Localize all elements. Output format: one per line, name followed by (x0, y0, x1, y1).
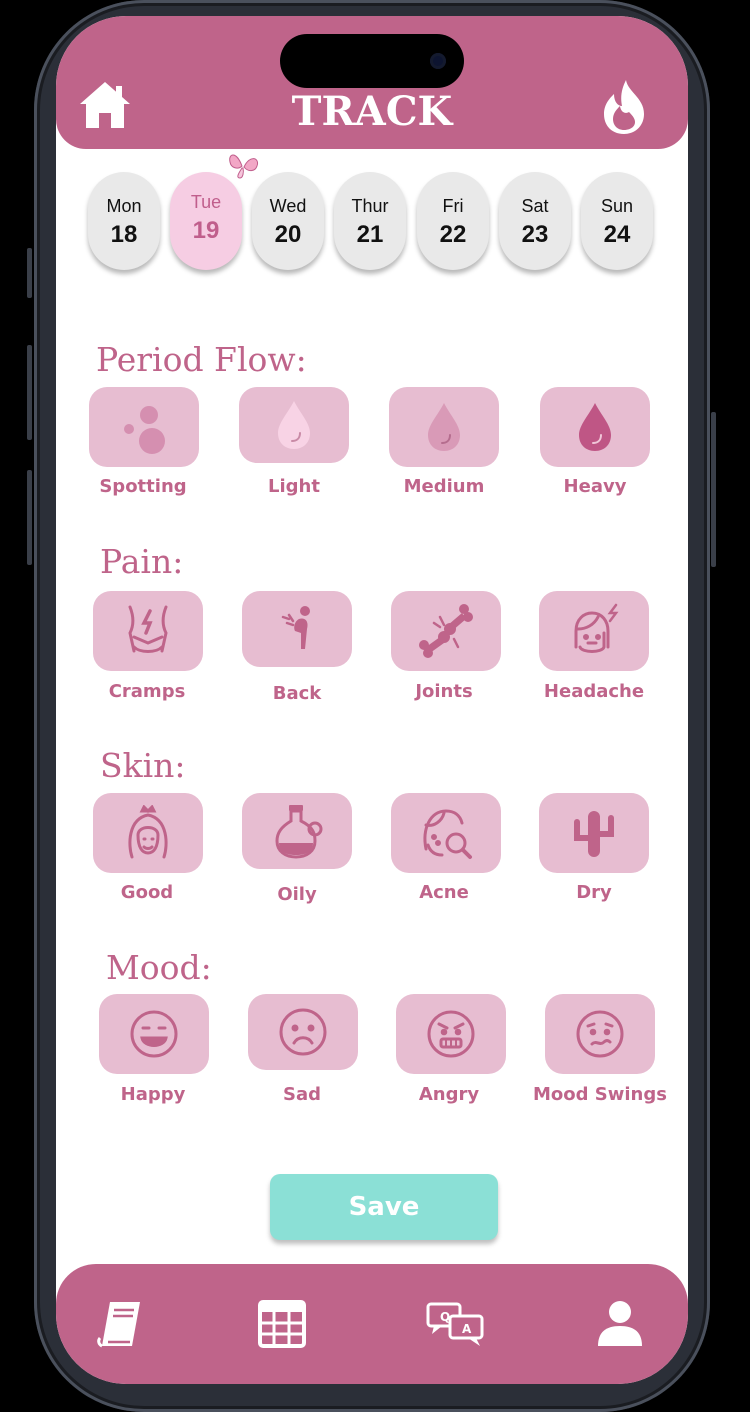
skin-title: Skin: (100, 746, 186, 785)
skin-dry-button[interactable] (539, 793, 649, 873)
page-title: TRACK (291, 88, 453, 135)
pain-joints-button[interactable] (391, 591, 501, 671)
day-tue-selected[interactable]: Tue 19 (170, 172, 242, 270)
mood-title: Mood: (106, 948, 212, 987)
pain-title: Pain: (100, 542, 184, 581)
skin-acne-label: Acne (419, 882, 469, 903)
skin-oily-button[interactable] (242, 793, 352, 869)
mood-swings-label: Mood Swings (533, 1084, 667, 1105)
flow-spotting-button[interactable] (89, 387, 199, 467)
good-skin-face-icon (128, 805, 168, 859)
qa-chat-icon[interactable]: Q A (426, 1298, 486, 1350)
skin-dry-label: Dry (576, 882, 612, 903)
pain-back-label: Back (272, 683, 322, 704)
pain-headache-label: Headache (543, 681, 645, 702)
butterfly-icon (229, 154, 259, 179)
flow-light-label: Light (268, 476, 320, 497)
mood-swings-button[interactable] (545, 994, 655, 1074)
pain-joints-label: Joints (415, 681, 473, 702)
flow-light-button[interactable] (239, 387, 349, 463)
mood-angry-label: Angry (418, 1084, 480, 1105)
heavy-drop-icon (579, 403, 611, 451)
flow-medium-label: Medium (403, 476, 485, 497)
oil-bottle-icon (275, 805, 323, 859)
week-selector: Mon 18 Tue 19 Wed 20 Thur 21 Fri 22 Sat 23 Sun… (88, 172, 658, 277)
joint-bone-icon (419, 604, 473, 658)
mood-sad-label: Sad (283, 1084, 321, 1105)
day-thur[interactable]: Thur 21 (334, 172, 406, 270)
flow-heavy-label: Heavy (563, 476, 627, 497)
flow-heavy-button[interactable] (540, 387, 650, 467)
bottom-nav: Q A (56, 1264, 688, 1384)
cramps-icon (128, 605, 168, 653)
pain-cramps-button[interactable] (93, 591, 203, 671)
acne-inspect-icon (423, 809, 472, 859)
spotting-dots-icon (124, 406, 165, 454)
angry-face-icon (427, 1010, 475, 1058)
svg-text:Q: Q (440, 1310, 450, 1324)
medium-drop-icon (428, 403, 460, 451)
day-sat[interactable]: Sat 23 (499, 172, 571, 270)
day-fri[interactable]: Fri 22 (417, 172, 489, 270)
light-drop-icon (278, 401, 310, 449)
book-icon[interactable] (96, 1298, 148, 1350)
mood-swings-face-icon (576, 1010, 624, 1058)
mood-happy-button[interactable] (99, 994, 209, 1074)
save-button[interactable]: Save (270, 1174, 498, 1240)
day-sun[interactable]: Sun 24 (581, 172, 653, 270)
period-flow-title: Period Flow: (96, 340, 307, 379)
pain-back-button[interactable] (242, 591, 352, 667)
skin-good-label: Good (120, 882, 174, 903)
skin-oily-label: Oily (277, 884, 317, 905)
day-mon[interactable]: Mon 18 (88, 172, 160, 270)
fire-icon[interactable] (600, 78, 648, 136)
svg-text:A: A (462, 1322, 472, 1336)
mood-angry-button[interactable] (396, 994, 506, 1074)
calendar-grid-icon[interactable] (256, 1298, 308, 1350)
mood-sad-button[interactable] (248, 994, 358, 1070)
pain-headache-button[interactable] (539, 591, 649, 671)
mood-happy-label: Happy (120, 1084, 186, 1105)
skin-good-button[interactable] (93, 793, 203, 873)
profile-icon[interactable] (594, 1298, 646, 1350)
dynamic-island (280, 34, 464, 88)
cactus-icon (574, 811, 614, 857)
headache-icon (574, 603, 619, 653)
skin-acne-button[interactable] (391, 793, 501, 873)
app-screen: TRACK Mon 18 Tue 19 Wed 20 Thur 21 Fri 22 Sat… (56, 16, 688, 1384)
flow-medium-button[interactable] (389, 387, 499, 467)
sad-face-icon (279, 1008, 327, 1056)
flow-spotting-label: Spotting (99, 476, 187, 497)
back-pain-icon (281, 606, 310, 649)
happy-face-icon (130, 1010, 178, 1058)
day-wed[interactable]: Wed 20 (252, 172, 324, 270)
pain-cramps-label: Cramps (108, 681, 186, 702)
header-bar: TRACK (56, 16, 688, 149)
